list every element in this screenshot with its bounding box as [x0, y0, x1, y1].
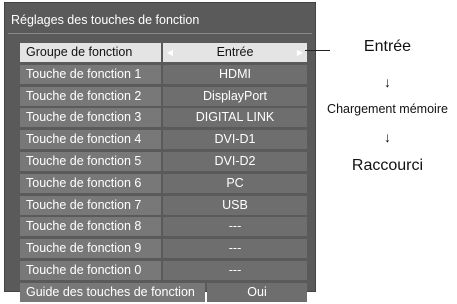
function-key-5-value[interactable]: DVI-D2 — [163, 151, 307, 171]
panel-title: Réglages des touches de fonction — [11, 13, 200, 27]
down-arrow-icon: ↓ — [384, 74, 391, 90]
function-group-value: Entrée — [216, 45, 254, 59]
function-key-3-value[interactable]: DIGITAL LINK — [163, 108, 307, 128]
left-arrow-icon[interactable]: ◀ — [163, 43, 177, 62]
function-key-guide-value[interactable]: Oui — [207, 282, 307, 302]
function-key-2-label: Touche de fonction 2 — [20, 86, 161, 106]
function-key-9-value[interactable]: --- — [163, 239, 307, 259]
function-key-4-value[interactable]: DVI-D1 — [163, 130, 307, 150]
function-group-selector[interactable]: ◀ Entrée ▶ — [163, 43, 307, 62]
function-key-9-label: Touche de fonction 9 — [20, 239, 161, 259]
function-key-settings-panel: Réglages des touches de fonction Groupe … — [4, 2, 316, 302]
function-key-7-label: Touche de fonction 7 — [20, 195, 161, 215]
row-function-key-0[interactable]: Touche de fonction 0 --- — [20, 260, 307, 282]
right-arrow-icon[interactable]: ▶ — [293, 43, 307, 62]
row-function-group[interactable]: Groupe de fonction ◀ Entrée ▶ — [20, 42, 307, 64]
function-key-8-value[interactable]: --- — [163, 217, 307, 237]
function-key-1-value[interactable]: HDMI — [163, 64, 307, 84]
row-function-key-5[interactable]: Touche de fonction 5 DVI-D2 — [20, 151, 307, 173]
row-function-key-guide[interactable]: Guide des touches de fonction Oui — [20, 282, 307, 304]
flow-step-input: Entrée — [363, 38, 412, 55]
row-function-key-8[interactable]: Touche de fonction 8 --- — [20, 216, 307, 238]
row-function-key-1[interactable]: Touche de fonction 1 HDMI — [20, 64, 307, 86]
function-key-0-label: Touche de fonction 0 — [20, 260, 161, 280]
row-function-key-6[interactable]: Touche de fonction 6 PC — [20, 173, 307, 195]
flow-step-memory-load: Chargement mémoire — [327, 102, 448, 116]
row-function-key-3[interactable]: Touche de fonction 3 DIGITAL LINK — [20, 107, 307, 129]
flow-step-shortcut: Raccourci — [351, 157, 424, 174]
function-key-6-value[interactable]: PC — [163, 173, 307, 193]
row-function-key-7[interactable]: Touche de fonction 7 USB — [20, 195, 307, 217]
row-function-key-9[interactable]: Touche de fonction 9 --- — [20, 238, 307, 260]
function-group-label: Groupe de fonction — [20, 43, 161, 62]
row-function-key-2[interactable]: Touche de fonction 2 DisplayPort — [20, 86, 307, 108]
function-key-0-value[interactable]: --- — [163, 260, 307, 280]
function-key-guide-label: Guide des touches de fonction — [20, 282, 205, 302]
function-key-4-label: Touche de fonction 4 — [20, 130, 161, 150]
function-key-3-label: Touche de fonction 3 — [20, 108, 161, 128]
function-key-5-label: Touche de fonction 5 — [20, 151, 161, 171]
row-function-key-4[interactable]: Touche de fonction 4 DVI-D1 — [20, 129, 307, 151]
function-key-7-value[interactable]: USB — [163, 195, 307, 215]
settings-list: Groupe de fonction ◀ Entrée ▶ Touche de … — [20, 42, 307, 304]
function-key-6-label: Touche de fonction 6 — [20, 173, 161, 193]
function-key-8-label: Touche de fonction 8 — [20, 217, 161, 237]
function-key-1-label: Touche de fonction 1 — [20, 64, 161, 84]
function-key-2-value[interactable]: DisplayPort — [163, 86, 307, 106]
title-divider — [8, 33, 312, 34]
down-arrow-icon: ↓ — [384, 129, 391, 145]
